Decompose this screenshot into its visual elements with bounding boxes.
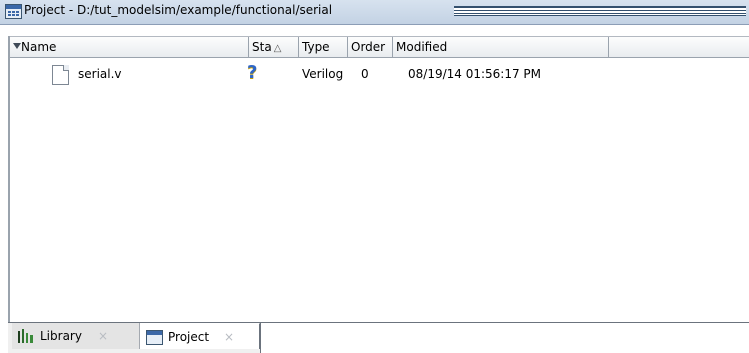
tab-library[interactable]: Library × xyxy=(12,323,140,349)
close-icon[interactable]: × xyxy=(98,323,108,349)
column-order-header[interactable]: Order xyxy=(348,37,393,57)
title-grip-handle[interactable] xyxy=(454,6,746,16)
column-type-label: Type xyxy=(302,40,330,54)
column-name-header[interactable]: Name xyxy=(10,37,249,57)
file-name: serial.v xyxy=(78,67,122,81)
tab-project[interactable]: Project × xyxy=(140,323,260,349)
file-type: Verilog xyxy=(302,67,344,81)
sort-menu-icon[interactable] xyxy=(13,43,21,49)
library-icon xyxy=(18,329,34,343)
column-header: Name Sta △ Type Order Modified xyxy=(10,36,749,58)
window-title: Project - D:/tut_modelsim/example/functi… xyxy=(24,3,333,17)
close-icon[interactable]: × xyxy=(224,324,234,350)
tab-bar-empty-area xyxy=(260,323,749,353)
table-row[interactable]: serial.v ? Verilog 0 08/19/14 01:56:17 P… xyxy=(10,62,749,86)
title-bar[interactable]: Project - D:/tut_modelsim/example/functi… xyxy=(0,0,749,25)
column-modified-label: Modified xyxy=(396,40,448,54)
column-type-header[interactable]: Type xyxy=(299,37,348,57)
status-unknown-icon: ? xyxy=(247,62,258,83)
file-modified: 08/19/14 01:56:17 PM xyxy=(408,67,542,81)
tab-project-label: Project xyxy=(168,330,210,344)
column-name-label: Name xyxy=(21,40,57,54)
column-status-header[interactable]: Sta △ xyxy=(249,37,299,57)
column-status-label: Sta xyxy=(252,40,272,54)
file-icon xyxy=(52,65,69,85)
sort-ascending-icon: △ xyxy=(273,43,282,54)
tab-library-label: Library xyxy=(40,329,82,343)
project-icon xyxy=(146,330,163,345)
column-modified-header[interactable]: Modified xyxy=(393,37,609,57)
tab-bar: Library × Project × xyxy=(8,322,749,353)
project-window-icon xyxy=(5,4,22,19)
project-window: Project - D:/tut_modelsim/example/functi… xyxy=(0,0,749,353)
column-empty-header xyxy=(609,37,749,57)
file-order: 0 xyxy=(361,67,369,81)
column-order-label: Order xyxy=(351,40,386,54)
